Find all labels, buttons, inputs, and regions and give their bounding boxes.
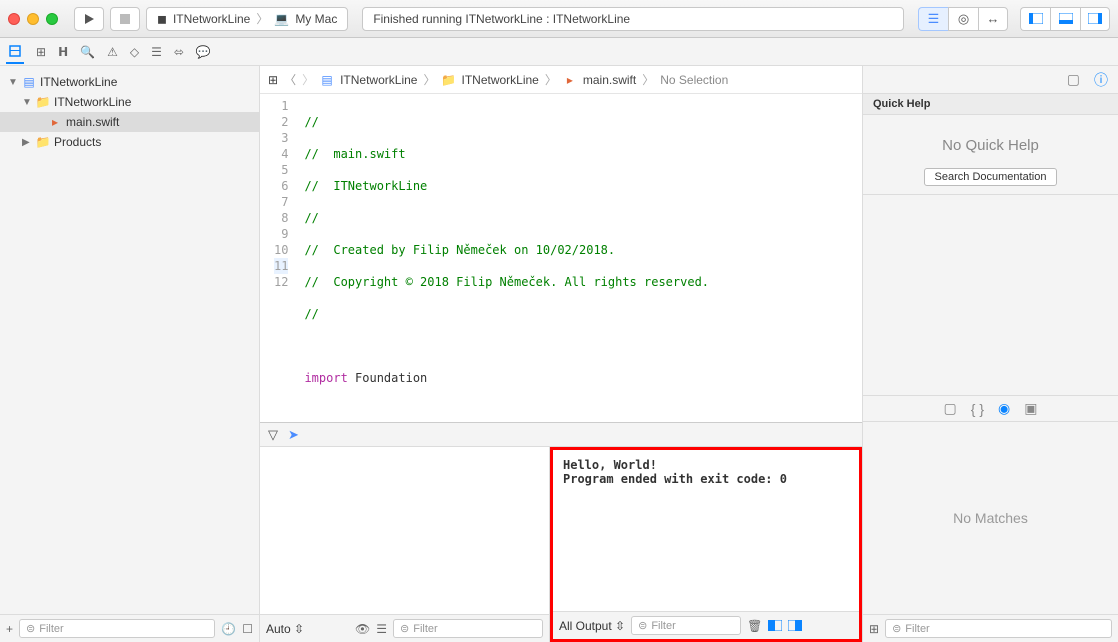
back-button[interactable]: 〈 [284, 71, 296, 88]
standard-editor-button[interactable]: ☰ [918, 7, 948, 31]
console-filter[interactable]: ⊜Filter [631, 616, 741, 635]
variables-filter[interactable]: ⊜Filter [393, 619, 543, 638]
project-navigator-tab[interactable] [6, 40, 24, 64]
minimize-window[interactable] [27, 13, 39, 25]
breakpoint-toggle-icon[interactable]: ➤ [288, 427, 299, 443]
debug-navigator-tab[interactable]: ☰ [151, 45, 162, 59]
project-tree: ▼▤ITNetworkLine ▼📁ITNetworkLine ▸main.sw… [0, 66, 259, 614]
quickhelp-tab[interactable]: ⓘ [1094, 70, 1108, 90]
toggle-debug-button[interactable] [1050, 7, 1080, 31]
no-quickhelp-label: No Quick Help [863, 123, 1118, 168]
filter-icon: ⊜ [892, 622, 901, 635]
grid-view-icon[interactable]: ⊞ [869, 622, 879, 636]
find-navigator-tab[interactable]: 𝗛 [58, 45, 68, 59]
filter-icon: ⊜ [400, 622, 409, 635]
editor-area: ⊞ 〈 〉 ▤ITNetworkLine〉 📁ITNetworkLine〉 ▸m… [260, 66, 863, 642]
media-library-tab[interactable]: ▣ [1024, 400, 1037, 417]
navigator-sidebar: ▼▤ITNetworkLine ▼📁ITNetworkLine ▸main.sw… [0, 66, 260, 642]
run-button[interactable] [74, 7, 104, 31]
variables-view: Auto ⇳ 👁 ☰ ⊜Filter [260, 447, 550, 642]
library-filter[interactable]: ⊜Filter [885, 619, 1112, 638]
issue-navigator-tab[interactable]: ⚠ [107, 45, 118, 59]
tree-products[interactable]: ▶📁Products [0, 132, 259, 152]
search-navigator-tab[interactable]: 🔍 [80, 45, 95, 59]
print-icon[interactable]: ☰ [376, 622, 387, 636]
activity-status: Finished running ITNetworkLine : ITNetwo… [362, 7, 904, 31]
version-editor-button[interactable]: ↔ [978, 7, 1008, 31]
code-content: // // main.swift // ITNetworkLine // // … [296, 94, 862, 422]
assistant-editor-button[interactable]: ◎ [948, 7, 978, 31]
breakpoint-navigator-tab[interactable]: ⬄ [174, 45, 184, 59]
navigator-footer: + ⊜ Filter 🕘 ☐ [0, 614, 259, 642]
library-panel: ▢ { } ◉ ▣ No Matches ⊞ ⊜Filter [863, 395, 1118, 642]
source-editor[interactable]: 123456789101112 // // main.swift // ITNe… [260, 94, 862, 422]
no-matches-label: No Matches [863, 422, 1118, 614]
gutter: 123456789101112 [260, 94, 296, 422]
console-output: Hello, World! Program ended with exit co… [550, 447, 862, 642]
code-snippet-tab[interactable]: { } [971, 401, 984, 417]
filter-icon: ⊜ [26, 622, 35, 635]
quickhelp-header: Quick Help [863, 94, 1118, 115]
search-documentation-button[interactable]: Search Documentation [924, 168, 1058, 186]
zoom-window[interactable] [46, 13, 58, 25]
add-button[interactable]: + [6, 622, 13, 636]
debug-bar: ▽ ➤ [260, 423, 862, 447]
window-controls [8, 13, 58, 25]
show-console-icon[interactable] [788, 620, 802, 631]
filter-icon: ⊜ [638, 619, 647, 632]
close-window[interactable] [8, 13, 20, 25]
panel-toggle-group [1020, 7, 1110, 31]
file-template-tab[interactable]: ▢ [944, 400, 957, 417]
forward-button[interactable]: 〉 [302, 71, 314, 88]
show-variables-icon[interactable] [768, 620, 782, 631]
related-items-icon[interactable]: ⊞ [268, 73, 278, 87]
trash-icon[interactable]: 🗑 [747, 619, 762, 633]
inspector-tabs: ▢ ⓘ [863, 66, 1118, 94]
editor-mode-group: ☰ ◎ ↔ [918, 7, 1008, 31]
toggle-navigator-button[interactable] [1020, 7, 1050, 31]
report-navigator-tab[interactable]: 💬 [196, 45, 211, 59]
main-toolbar: ◼ITNetworkLine〉 💻My Mac Finished running… [0, 0, 1118, 38]
tree-root[interactable]: ▼▤ITNetworkLine [0, 72, 259, 92]
scheme-selector[interactable]: ◼ITNetworkLine〉 💻My Mac [146, 7, 348, 31]
symbol-navigator-tab[interactable]: ⊞ [36, 45, 46, 59]
navigator-filter[interactable]: ⊜ Filter [19, 619, 215, 638]
auto-selector[interactable]: Auto ⇳ [266, 622, 304, 636]
object-library-tab[interactable]: ◉ [998, 400, 1010, 417]
test-navigator-tab[interactable]: ◇ [130, 45, 139, 59]
jump-bar[interactable]: ⊞ 〈 〉 ▤ITNetworkLine〉 📁ITNetworkLine〉 ▸m… [260, 66, 862, 94]
debug-area: ▽ ➤ Auto ⇳ 👁 ☰ ⊜Filter [260, 422, 862, 642]
toggle-inspector-button[interactable] [1080, 7, 1110, 31]
tree-file-main[interactable]: ▸main.swift [0, 112, 259, 132]
scm-filter-icon[interactable]: ☐ [242, 622, 253, 636]
quicklook-icon[interactable]: 👁 [355, 622, 370, 636]
recent-filter-icon[interactable]: 🕘 [221, 622, 236, 636]
navigator-tabs: ⊞ 𝗛 🔍 ⚠ ◇ ☰ ⬄ 💬 [0, 38, 1118, 66]
output-selector[interactable]: All Output ⇳ [559, 619, 625, 633]
inspector-panel: ▢ ⓘ Quick Help No Quick Help Search Docu… [863, 66, 1118, 642]
console-text[interactable]: Hello, World! Program ended with exit co… [553, 450, 859, 611]
hide-debug-icon[interactable]: ▽ [268, 427, 278, 443]
tree-group[interactable]: ▼📁ITNetworkLine [0, 92, 259, 112]
stop-button[interactable] [110, 7, 140, 31]
file-inspector-tab[interactable]: ▢ [1067, 71, 1080, 88]
